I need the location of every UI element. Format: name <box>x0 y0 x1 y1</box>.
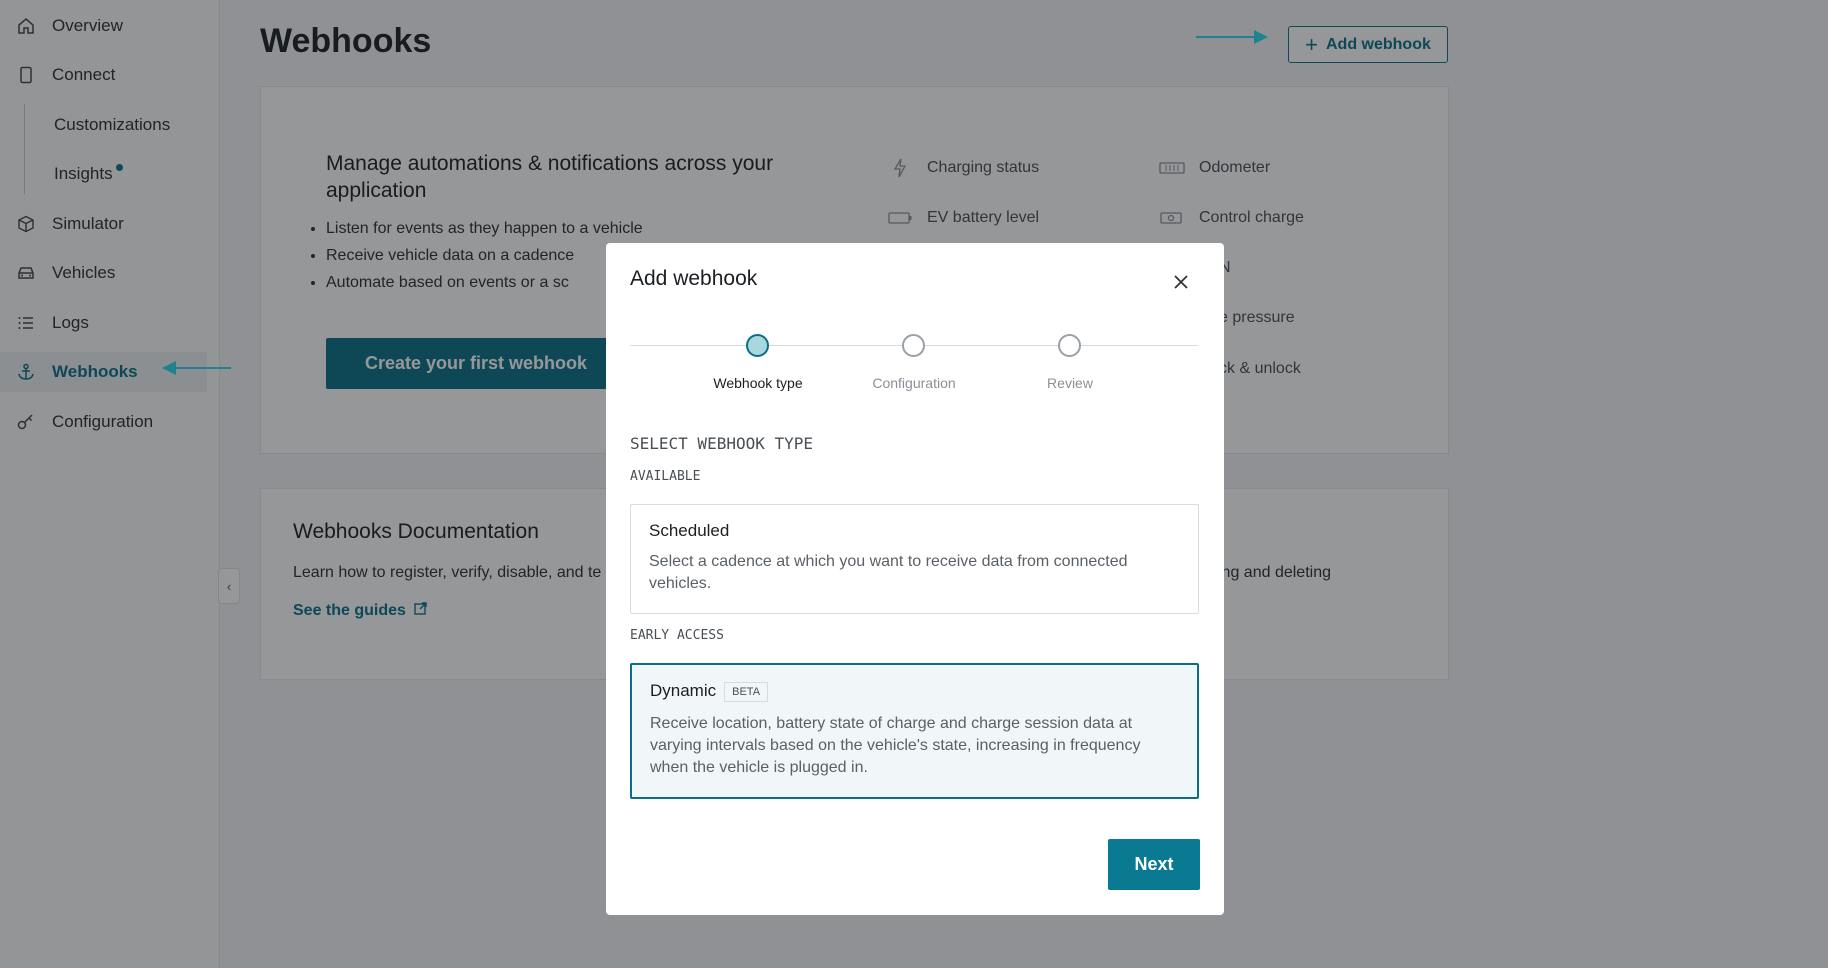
next-button[interactable]: Next <box>1108 839 1200 890</box>
beta-badge: BETA <box>724 681 769 702</box>
step-2-indicator <box>902 334 925 357</box>
option-title: Dynamic <box>650 681 717 700</box>
option-title: Scheduled <box>649 521 730 540</box>
step-3-label: Review <box>1047 375 1093 391</box>
option-description: Select a cadence at which you want to re… <box>649 553 1128 592</box>
option-scheduled[interactable]: Scheduled Select a cadence at which you … <box>630 504 1199 614</box>
step-1-label: Webhook type <box>713 375 803 391</box>
option-dynamic[interactable]: Dynamic BETA Receive location, battery st… <box>630 663 1199 799</box>
option-description: Receive location, battery state of charg… <box>650 715 1141 776</box>
step-3-indicator <box>1058 334 1081 357</box>
step-1-indicator <box>746 334 769 357</box>
add-webhook-modal: Add webhook Webhook type Configuration R… <box>606 243 1224 915</box>
close-icon[interactable] <box>1168 269 1194 295</box>
section-title: SELECT WEBHOOK TYPE <box>630 434 814 453</box>
early-access-label: EARLY ACCESS <box>630 628 724 643</box>
available-label: AVAILABLE <box>630 469 701 484</box>
option-title-row: Dynamic BETA <box>650 681 769 702</box>
step-2-label: Configuration <box>872 375 956 391</box>
modal-title: Add webhook <box>630 267 758 290</box>
